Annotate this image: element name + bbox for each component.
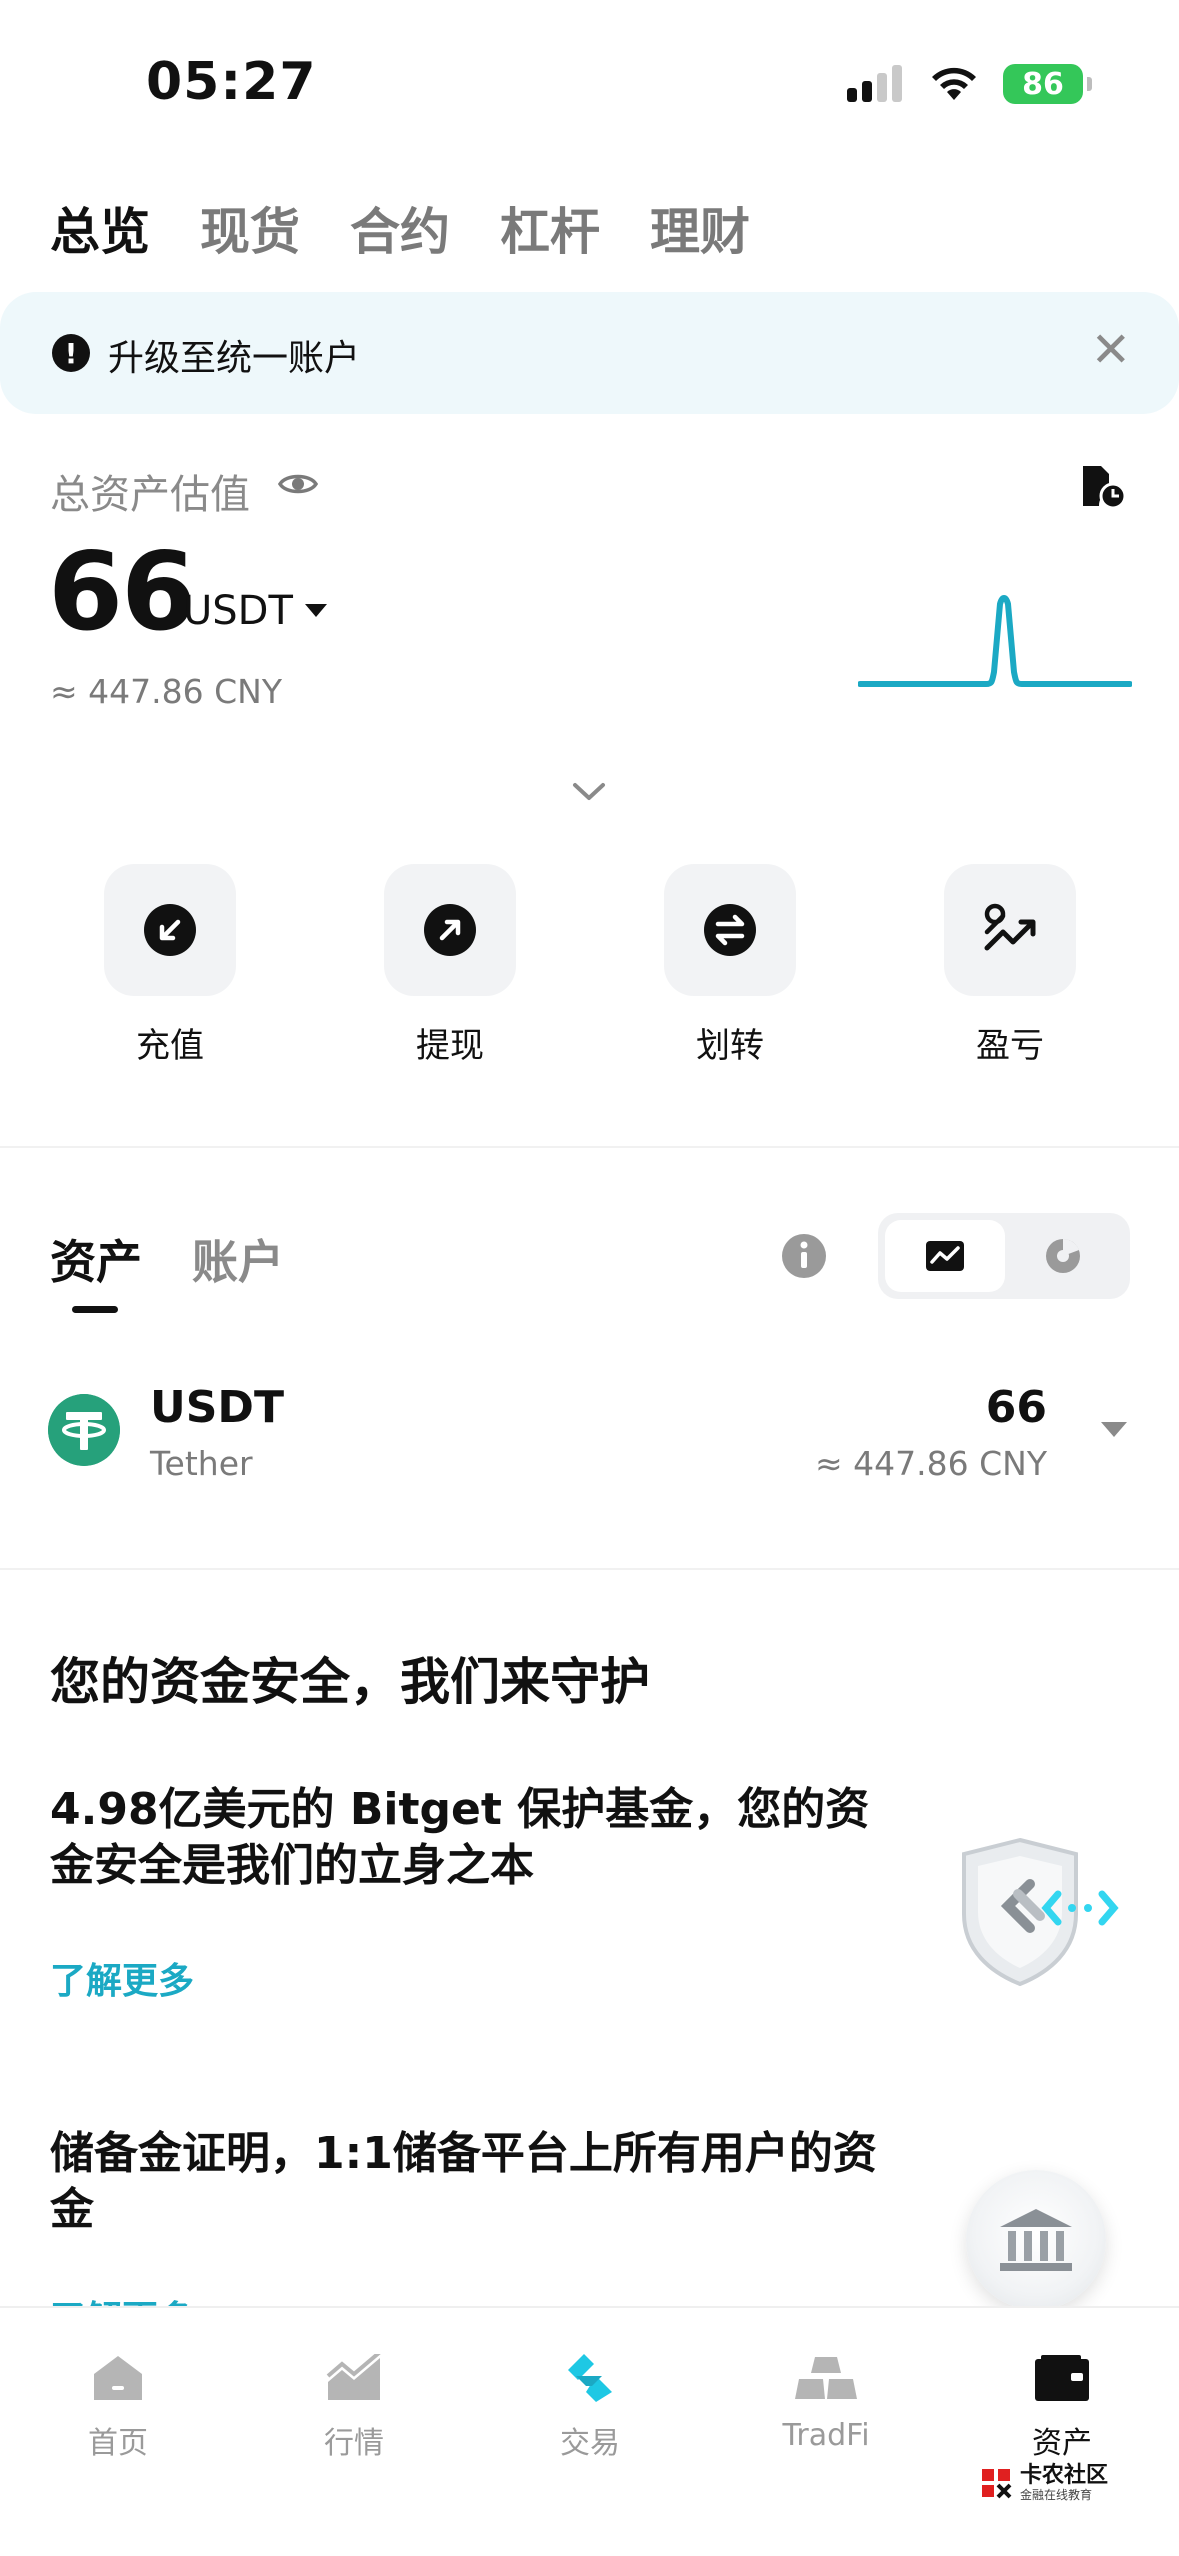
battery-level: 86: [1022, 66, 1064, 102]
watermark: 卡农社区 金融在线教育: [978, 2464, 1108, 2502]
pnl-icon-box: [944, 864, 1076, 996]
eye-icon[interactable]: [278, 470, 318, 498]
transfer-button[interactable]: 划转: [664, 864, 796, 1067]
transfer-icon-box: [664, 864, 796, 996]
trend-chart-icon: [926, 1241, 964, 1271]
pnl-label: 盈亏: [976, 1026, 1044, 1066]
total-asset-cny: ≈ 447.86 CNY: [50, 672, 282, 711]
protection-fund-text: 4.98亿美元的 Bitget 保护基金，您的资金安全是我们的立身之本: [50, 1784, 870, 1891]
quick-actions: 充值 提现 划转 盈亏: [0, 864, 1179, 1067]
view-toggle: [878, 1213, 1130, 1299]
withdraw-icon-box: [384, 864, 516, 996]
withdraw-label: 提现: [416, 1026, 484, 1066]
watermark-title: 卡农社区: [1020, 2463, 1109, 2488]
pnl-icon: [984, 903, 1036, 951]
wallet-icon: [1035, 2355, 1089, 2401]
deposit-label: 充值: [136, 1026, 204, 1066]
withdraw-button[interactable]: 提现: [384, 864, 516, 1067]
caret-down-icon[interactable]: [305, 604, 327, 617]
nav-home[interactable]: 首页: [38, 2348, 198, 2462]
chevron-down-icon[interactable]: [572, 782, 606, 802]
tab-spot[interactable]: 现货: [200, 192, 300, 264]
tab-margin[interactable]: 杠杆: [500, 192, 600, 264]
asset-name: Tether: [150, 1444, 253, 1483]
asset-unit-selector[interactable]: USDT: [183, 588, 293, 634]
transfer-label: 划转: [696, 1026, 764, 1066]
tab-earn[interactable]: 理财: [650, 192, 750, 264]
gold-bars-icon: [795, 2357, 857, 2399]
caret-down-icon[interactable]: [1101, 1422, 1127, 1437]
tab-accounts[interactable]: 账户: [192, 1226, 284, 1292]
bank-illustration: [966, 2170, 1106, 2310]
tab-assets[interactable]: 资产: [50, 1226, 142, 1292]
info-icon[interactable]: [780, 1232, 828, 1280]
banner-text: 升级至统一账户: [108, 338, 361, 379]
trade-icon: [568, 2354, 612, 2402]
nav-trade[interactable]: 交易: [510, 2348, 670, 2462]
asset-cny: ≈ 447.86 CNY: [815, 1444, 1047, 1483]
deposit-icon: [144, 904, 196, 956]
asset-amount: 66: [985, 1382, 1047, 1433]
tab-futures[interactable]: 合约: [350, 192, 450, 264]
nav-assets[interactable]: 资产: [982, 2348, 1142, 2462]
upgrade-banner[interactable]: ! 升级至统一账户 ✕: [0, 292, 1179, 414]
nav-market-label: 行情: [324, 2426, 384, 2461]
status-icons: 86: [847, 60, 1092, 108]
watermark-logo-icon: [982, 2469, 1012, 2499]
bottom-nav: 首页 行情 交易 TradFi 资产 卡农社区 金融在线教育: [0, 2306, 1179, 2556]
status-bar: 05:27 86: [0, 0, 1179, 160]
home-icon: [94, 2356, 142, 2400]
asset-symbol: USDT: [150, 1382, 284, 1433]
active-tab-indicator: [72, 1306, 118, 1313]
nav-home-label: 首页: [88, 2426, 148, 2461]
total-asset-value: 66: [48, 530, 196, 655]
deposit-button[interactable]: 充值: [104, 864, 236, 1067]
security-title: 您的资金安全，我们来守护: [50, 1653, 650, 1711]
cellular-signal-icon: [847, 65, 902, 102]
total-asset-label: 总资产估值: [50, 472, 250, 518]
transfer-icon: [704, 904, 756, 956]
learn-more-link[interactable]: 了解更多: [50, 1952, 194, 2004]
tether-icon: [48, 1394, 120, 1466]
wifi-icon: [932, 67, 976, 100]
market-icon: [326, 2354, 381, 2400]
watermark-subtitle: 金融在线教育: [1020, 2488, 1093, 2502]
nav-assets-label: 资产: [1032, 2426, 1092, 2461]
nav-market[interactable]: 行情: [274, 2348, 434, 2462]
shield-illustration: [962, 1837, 1119, 1987]
bank-icon: [1000, 2209, 1072, 2271]
pie-view-button[interactable]: [1003, 1220, 1123, 1292]
tab-overview[interactable]: 总览: [50, 192, 150, 264]
top-tab-bar: 总览 现货 合约 杠杆 理财: [50, 192, 750, 264]
reserve-proof-text: 储备金证明，1:1储备平台上所有用户的资金: [50, 2128, 877, 2235]
battery-indicator: 86: [1003, 64, 1092, 104]
nav-tradfi-label: TradFi: [782, 2418, 870, 2453]
withdraw-icon: [424, 904, 476, 956]
asset-row-usdt[interactable]: USDT Tether 66 ≈ 447.86 CNY: [0, 1360, 1179, 1500]
deposit-icon-box: [104, 864, 236, 996]
trend-view-button[interactable]: [885, 1220, 1005, 1292]
pnl-button[interactable]: 盈亏: [944, 864, 1076, 1067]
alert-icon: !: [52, 334, 90, 372]
section-divider: [0, 1146, 1179, 1148]
status-time: 05:27: [146, 52, 317, 112]
section-divider: [0, 1568, 1179, 1570]
history-icon[interactable]: [1079, 462, 1129, 510]
asset-sparkline[interactable]: [858, 590, 1132, 690]
nav-trade-label: 交易: [560, 2426, 620, 2461]
close-icon[interactable]: ✕: [1091, 326, 1131, 374]
nav-tradfi[interactable]: TradFi: [746, 2348, 906, 2453]
pie-chart-icon: [1046, 1238, 1080, 1273]
